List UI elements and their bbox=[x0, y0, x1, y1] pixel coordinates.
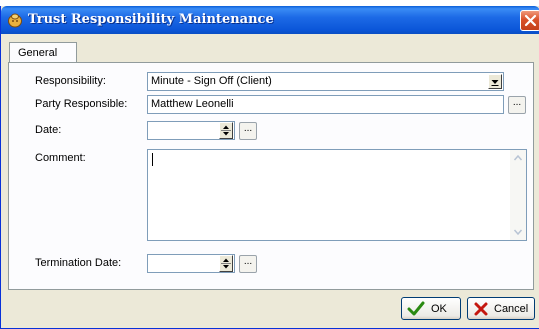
date-field[interactable] bbox=[147, 121, 235, 140]
comment-textarea[interactable] bbox=[147, 149, 527, 241]
cancel-x-icon bbox=[474, 302, 488, 316]
responsibility-label: Responsibility: bbox=[35, 75, 106, 87]
termination-date-picker-button[interactable]: ... bbox=[239, 255, 257, 273]
termination-date-label: Termination Date: bbox=[35, 257, 122, 269]
party-responsible-field[interactable]: Matthew Leonelli bbox=[147, 95, 504, 114]
text-cursor bbox=[152, 153, 153, 166]
responsibility-select[interactable]: Minute - Sign Off (Client) bbox=[147, 72, 504, 91]
party-responsible-label: Party Responsible: bbox=[35, 98, 128, 110]
tab-general-label: General bbox=[18, 47, 58, 59]
app-icon bbox=[8, 13, 22, 28]
date-label: Date: bbox=[35, 124, 62, 136]
chevron-down-icon bbox=[491, 80, 499, 86]
party-responsible-value: Matthew Leonelli bbox=[151, 98, 234, 110]
checkmark-icon bbox=[407, 301, 425, 316]
termination-date-field[interactable] bbox=[147, 254, 235, 273]
cancel-label: Cancel bbox=[494, 303, 529, 315]
date-picker-button[interactable]: ... bbox=[239, 122, 257, 140]
scroll-up-icon bbox=[513, 154, 523, 161]
cancel-button[interactable]: Cancel bbox=[467, 297, 535, 320]
ok-label: OK bbox=[431, 303, 447, 315]
tab-general[interactable]: General bbox=[9, 42, 77, 63]
party-lookup-button[interactable]: ... bbox=[508, 96, 526, 114]
window-title: Trust Responsibility Maintenance bbox=[28, 12, 274, 27]
responsibility-value: Minute - Sign Off (Client) bbox=[151, 75, 272, 87]
close-button[interactable] bbox=[520, 10, 539, 31]
responsibility-dropdown-button[interactable] bbox=[488, 74, 502, 89]
dialog-window: Trust Responsibility Maintenance General… bbox=[0, 6, 539, 329]
close-icon bbox=[524, 14, 537, 27]
date-spinner[interactable] bbox=[219, 122, 233, 139]
title-bar[interactable]: Trust Responsibility Maintenance bbox=[1, 6, 539, 34]
termination-date-spinner[interactable] bbox=[219, 255, 233, 272]
scroll-down-icon bbox=[513, 229, 523, 236]
comment-scrollbar[interactable] bbox=[510, 150, 526, 240]
spin-arrows-icon bbox=[221, 258, 231, 269]
comment-label: Comment: bbox=[35, 152, 86, 164]
spin-arrows-icon bbox=[221, 125, 231, 136]
ok-button[interactable]: OK bbox=[401, 297, 461, 320]
